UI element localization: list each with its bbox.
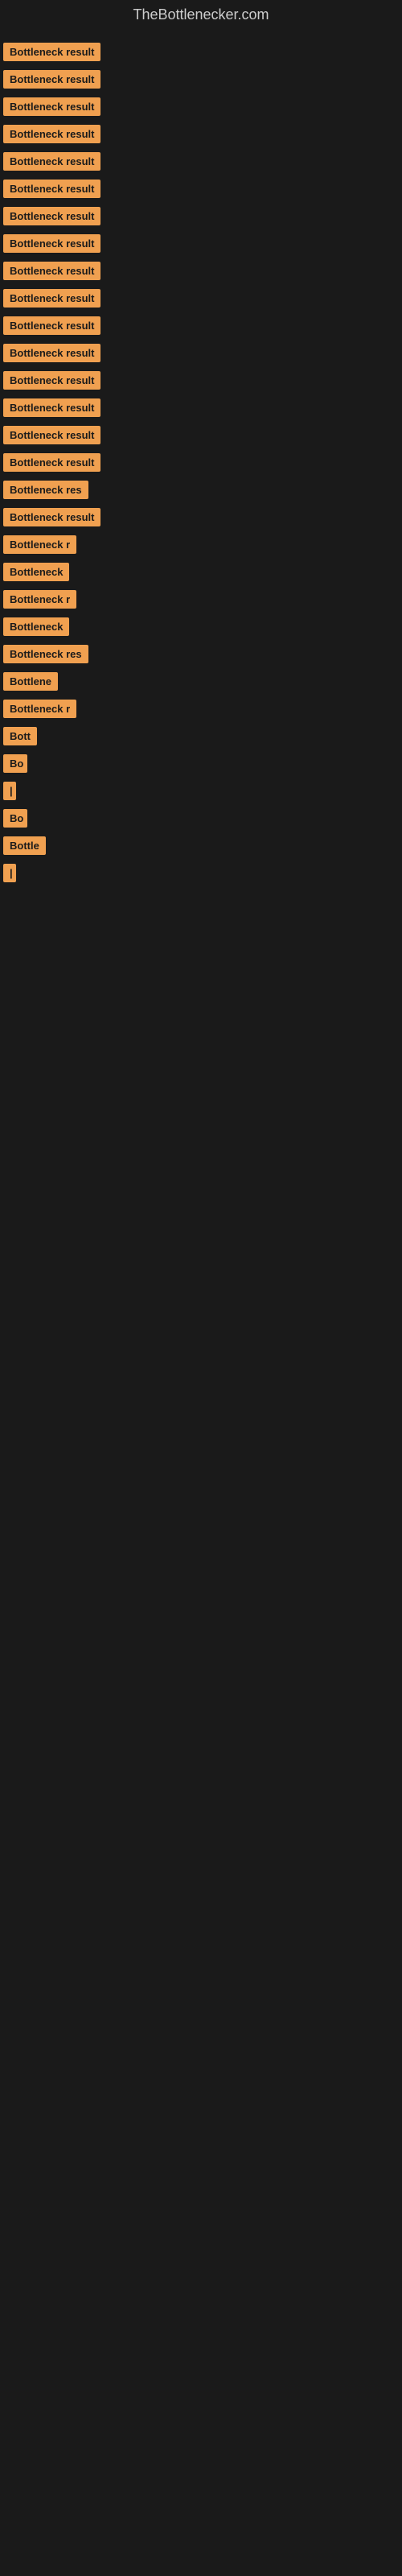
list-item: Bottleneck result	[3, 43, 399, 65]
items-container: Bottleneck result Bottleneck result Bottle…	[0, 30, 402, 899]
bottleneck-badge: Bottleneck result	[3, 344, 100, 362]
bottleneck-badge: Bottleneck result	[3, 180, 100, 198]
bottleneck-badge: Bottleneck result	[3, 97, 100, 116]
list-item: Bottleneck result	[3, 371, 399, 394]
list-item: Bottleneck result	[3, 234, 399, 257]
bottleneck-badge: Bottleneck	[3, 617, 69, 636]
bottleneck-badge: Bottleneck result	[3, 371, 100, 390]
bottleneck-badge: Bo	[3, 809, 27, 828]
list-item: Bottleneck result	[3, 508, 399, 530]
list-item: Bottleneck r	[3, 700, 399, 722]
bottleneck-badge: Bottle	[3, 836, 46, 855]
list-item: Bottleneck result	[3, 97, 399, 120]
list-item: Bottleneck res	[3, 645, 399, 667]
bottleneck-badge: Bottleneck result	[3, 207, 100, 225]
bottleneck-badge: Bo	[3, 754, 27, 773]
bottleneck-badge: Bottlene	[3, 672, 58, 691]
bottleneck-badge: Bottleneck result	[3, 152, 100, 171]
bottleneck-badge: Bottleneck result	[3, 398, 100, 417]
list-item: Bottleneck r	[3, 535, 399, 558]
bottleneck-badge: Bottleneck result	[3, 453, 100, 472]
list-item: Bottleneck r	[3, 590, 399, 613]
bottleneck-badge: Bottleneck r	[3, 590, 76, 609]
list-item: Bottlene	[3, 672, 399, 695]
list-item: Bottleneck res	[3, 481, 399, 503]
list-item: Bottle	[3, 836, 399, 859]
list-item: Bott	[3, 727, 399, 749]
bottleneck-badge: Bottleneck result	[3, 316, 100, 335]
bottleneck-badge: Bottleneck result	[3, 508, 100, 526]
bottleneck-badge: |	[3, 864, 16, 882]
bottleneck-badge: Bottleneck result	[3, 43, 100, 61]
list-item: Bottleneck result	[3, 426, 399, 448]
list-item: Bottleneck result	[3, 207, 399, 229]
bottleneck-badge: Bottleneck result	[3, 70, 100, 89]
list-item: Bo	[3, 754, 399, 777]
list-item: Bottleneck result	[3, 453, 399, 476]
list-item: Bottleneck	[3, 617, 399, 640]
list-item: Bottleneck result	[3, 125, 399, 147]
bottleneck-badge: Bottleneck r	[3, 535, 76, 554]
list-item: |	[3, 782, 399, 804]
bottleneck-badge: Bottleneck r	[3, 700, 76, 718]
bottleneck-badge: Bott	[3, 727, 37, 745]
bottleneck-badge: Bottleneck res	[3, 481, 88, 499]
bottleneck-badge: Bottleneck res	[3, 645, 88, 663]
list-item: Bottleneck result	[3, 398, 399, 421]
list-item: Bottleneck result	[3, 316, 399, 339]
bottleneck-badge: Bottleneck	[3, 563, 69, 581]
list-item: Bottleneck result	[3, 180, 399, 202]
list-item: Bo	[3, 809, 399, 832]
list-item: Bottleneck result	[3, 152, 399, 175]
list-item: Bottleneck	[3, 563, 399, 585]
site-title: TheBottlenecker.com	[0, 0, 402, 30]
list-item: Bottleneck result	[3, 289, 399, 312]
bottleneck-badge: Bottleneck result	[3, 262, 100, 280]
bottleneck-badge: Bottleneck result	[3, 426, 100, 444]
list-item: |	[3, 864, 399, 886]
bottleneck-badge: Bottleneck result	[3, 289, 100, 308]
list-item: Bottleneck result	[3, 70, 399, 93]
bottleneck-badge: Bottleneck result	[3, 234, 100, 253]
bottleneck-badge: Bottleneck result	[3, 125, 100, 143]
list-item: Bottleneck result	[3, 262, 399, 284]
bottleneck-badge: |	[3, 782, 16, 800]
list-item: Bottleneck result	[3, 344, 399, 366]
